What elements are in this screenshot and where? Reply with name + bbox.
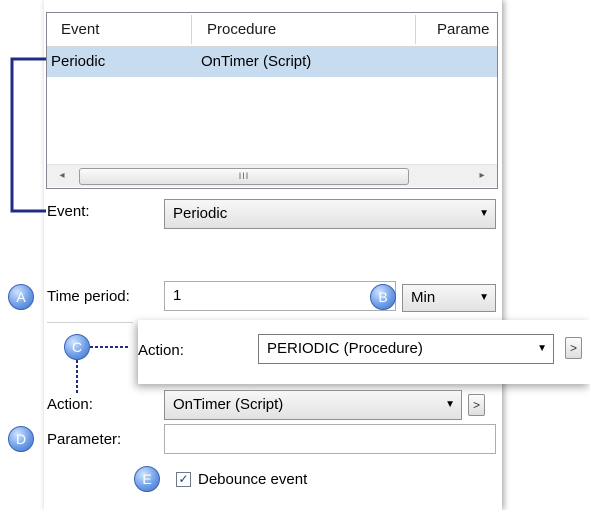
event-list[interactable]: Event Procedure Parame Periodic OnTimer … [46, 12, 498, 189]
divider [47, 322, 133, 323]
table-row[interactable]: Periodic OnTimer (Script) [47, 47, 497, 77]
list-header: Event Procedure Parame [47, 13, 497, 47]
time-period-label: Time period: [47, 288, 130, 305]
event-label: Event: [47, 203, 90, 220]
chevron-down-icon: ▼ [479, 208, 489, 219]
chevron-down-icon: ▼ [479, 292, 489, 303]
column-separator [191, 15, 192, 44]
time-unit-value: Min [411, 289, 436, 306]
callout-badge-d: D [8, 426, 34, 452]
chevron-down-icon: ▼ [537, 343, 547, 354]
horizontal-scrollbar[interactable]: ◂ III ▸ [47, 164, 497, 187]
action-dropdown-value: OnTimer (Script) [173, 396, 284, 413]
popup-action-label: Action: [138, 342, 184, 359]
row-event-cell: Periodic [51, 53, 106, 70]
scroll-left-icon[interactable]: ◂ [51, 165, 73, 187]
event-dropdown[interactable]: Periodic ▼ [164, 199, 496, 229]
action-more-button[interactable]: > [468, 394, 485, 416]
callout-badge-b: B [370, 284, 396, 310]
row-procedure-cell: OnTimer (Script) [201, 53, 312, 70]
column-header-event[interactable]: Event [47, 13, 99, 46]
time-period-input[interactable]: 1 [164, 281, 396, 311]
time-unit-dropdown[interactable]: Min ▼ [402, 284, 496, 312]
parameter-input[interactable] [164, 424, 496, 454]
callout-badge-c: C [64, 334, 90, 360]
event-callout-line [10, 57, 50, 213]
callout-badge-e: E [134, 466, 160, 492]
event-dropdown-value: Periodic [173, 205, 228, 222]
column-header-parameter[interactable]: Parame [415, 13, 490, 46]
column-header-procedure[interactable]: Procedure [193, 13, 276, 46]
popup-action-dropdown[interactable]: PERIODIC (Procedure) ▼ [258, 334, 554, 364]
action-label: Action: [47, 396, 93, 413]
debounce-checkbox[interactable]: ✓ [176, 472, 191, 487]
parameter-label: Parameter: [47, 431, 122, 448]
scroll-thumb[interactable]: III [79, 168, 409, 185]
debounce-label: Debounce event [198, 471, 308, 488]
callout-badge-a: A [8, 284, 34, 310]
popup-action-more-button[interactable]: > [565, 337, 582, 359]
scroll-right-icon[interactable]: ▸ [471, 165, 493, 187]
chevron-down-icon: ▼ [445, 399, 455, 410]
popup-action-value: PERIODIC (Procedure) [267, 340, 423, 357]
action-dropdown[interactable]: OnTimer (Script) ▼ [164, 390, 462, 420]
action-popup: Action: PERIODIC (Procedure) ▼ > [138, 320, 590, 384]
